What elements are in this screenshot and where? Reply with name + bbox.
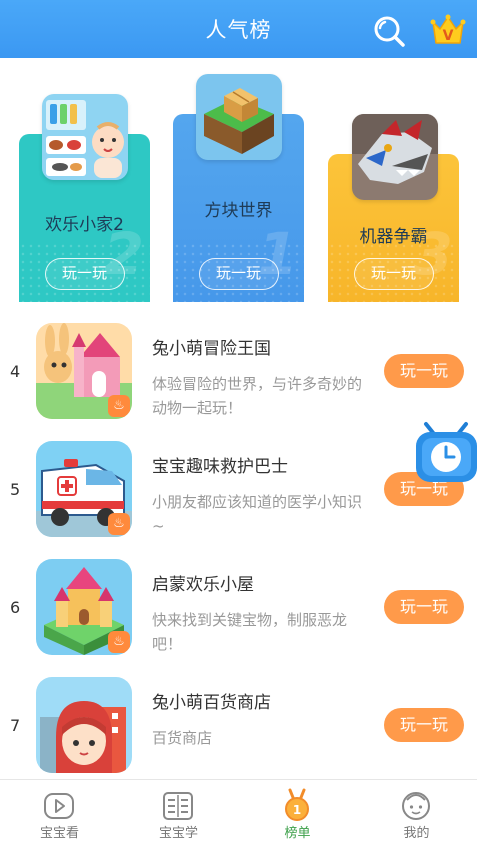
podium-game-name: 方块世界	[204, 201, 273, 221]
play-button[interactable]: 玩一玩	[44, 258, 125, 290]
bottom-nav: 宝宝看 宝宝学 1 榜单 我的	[0, 779, 477, 843]
svg-text:1: 1	[293, 803, 301, 817]
thermometer-badge-icon: ♨	[108, 513, 130, 535]
search-icon[interactable]	[372, 14, 406, 48]
game-icon-jiuhu-bashi[interactable]: ♨	[36, 441, 132, 537]
nav-label: 我的	[403, 826, 430, 841]
game-title: 宝宝趣味救护巴士	[152, 457, 288, 477]
tv-play-icon	[44, 793, 74, 819]
game-icon-baihuo-shangdian[interactable]	[36, 677, 132, 773]
game-title: 兔小萌冒险王国	[152, 339, 271, 359]
top-three-podium: 2 欢乐小家2 玩一玩 1 方块世界 玩一玩 3 机器争霸 玩一玩	[0, 58, 477, 316]
thermometer-badge-icon: ♨	[108, 631, 130, 653]
list-item[interactable]: 5 ♨ 宝宝趣味救护巴士 小朋友都应该知道的医学小知识~ 玩一玩	[0, 438, 477, 556]
crown-vip-icon[interactable]: V	[430, 12, 466, 48]
game-icon-qimeng-xiaowu[interactable]: ♨	[36, 559, 132, 655]
rank-number: 5	[10, 480, 21, 499]
svg-text:V: V	[443, 28, 454, 44]
game-title: 兔小萌百货商店	[152, 693, 271, 713]
medal-icon: 1	[285, 788, 309, 821]
rank-number: 6	[10, 598, 21, 617]
game-icon-huanle-xiaojia[interactable]	[42, 94, 128, 180]
game-icon-jiqi-zhengba[interactable]	[352, 114, 438, 200]
rank-number: 7	[10, 716, 21, 735]
thermometer-badge-icon: ♨	[108, 395, 130, 417]
rank-number: 4	[10, 362, 21, 381]
play-button[interactable]: 玩一玩	[384, 708, 464, 742]
game-description: 体验冒险的世界，与许多奇妙的动物一起玩！	[152, 375, 363, 417]
game-icon-tuxiaomeng-maoxian[interactable]: ♨	[36, 323, 132, 419]
list-item[interactable]: 7 兔小萌百货商店 百货商店 玩一玩	[0, 674, 477, 792]
play-button[interactable]: 玩一玩	[353, 258, 434, 290]
play-button[interactable]: 玩一玩	[384, 354, 464, 388]
podium-game-name: 欢乐小家2	[45, 215, 124, 235]
list-item[interactable]: 4 ♨ 兔小萌冒险王国 体验冒险的世界，与许多奇妙的动物一起玩！ 玩一玩	[0, 320, 477, 438]
nav-item-baobao-xue[interactable]: 宝宝学	[119, 780, 238, 843]
child-face-icon	[402, 792, 430, 820]
play-button[interactable]: 玩一玩	[198, 258, 279, 290]
game-icon-fangkuai-shijie[interactable]	[196, 74, 282, 160]
nav-item-baobao-kan[interactable]: 宝宝看	[0, 780, 119, 843]
game-description: 小朋友都应该知道的医学小知识~	[152, 493, 363, 535]
nav-label: 宝宝看	[39, 826, 79, 841]
top-bar: 人气榜 V	[0, 0, 477, 58]
game-description: 快来找到关键宝物，制服恶龙吧！	[152, 611, 348, 653]
list-item[interactable]: 6 ♨ 启蒙欢乐小屋 快来找到关键宝物，制服恶龙吧！ 玩一玩	[0, 556, 477, 674]
book-icon	[163, 792, 193, 820]
play-button[interactable]: 玩一玩	[384, 590, 464, 624]
game-description: 百货商店	[152, 729, 213, 747]
game-title: 启蒙欢乐小屋	[152, 575, 254, 595]
nav-item-wode[interactable]: 我的	[357, 780, 476, 843]
nav-label: 宝宝学	[158, 826, 198, 841]
nav-item-bangdan[interactable]: 1 榜单	[238, 780, 357, 843]
clock-icon[interactable]	[414, 420, 477, 486]
nav-label: 榜单	[284, 826, 311, 841]
podium-game-name: 机器争霸	[359, 227, 428, 247]
